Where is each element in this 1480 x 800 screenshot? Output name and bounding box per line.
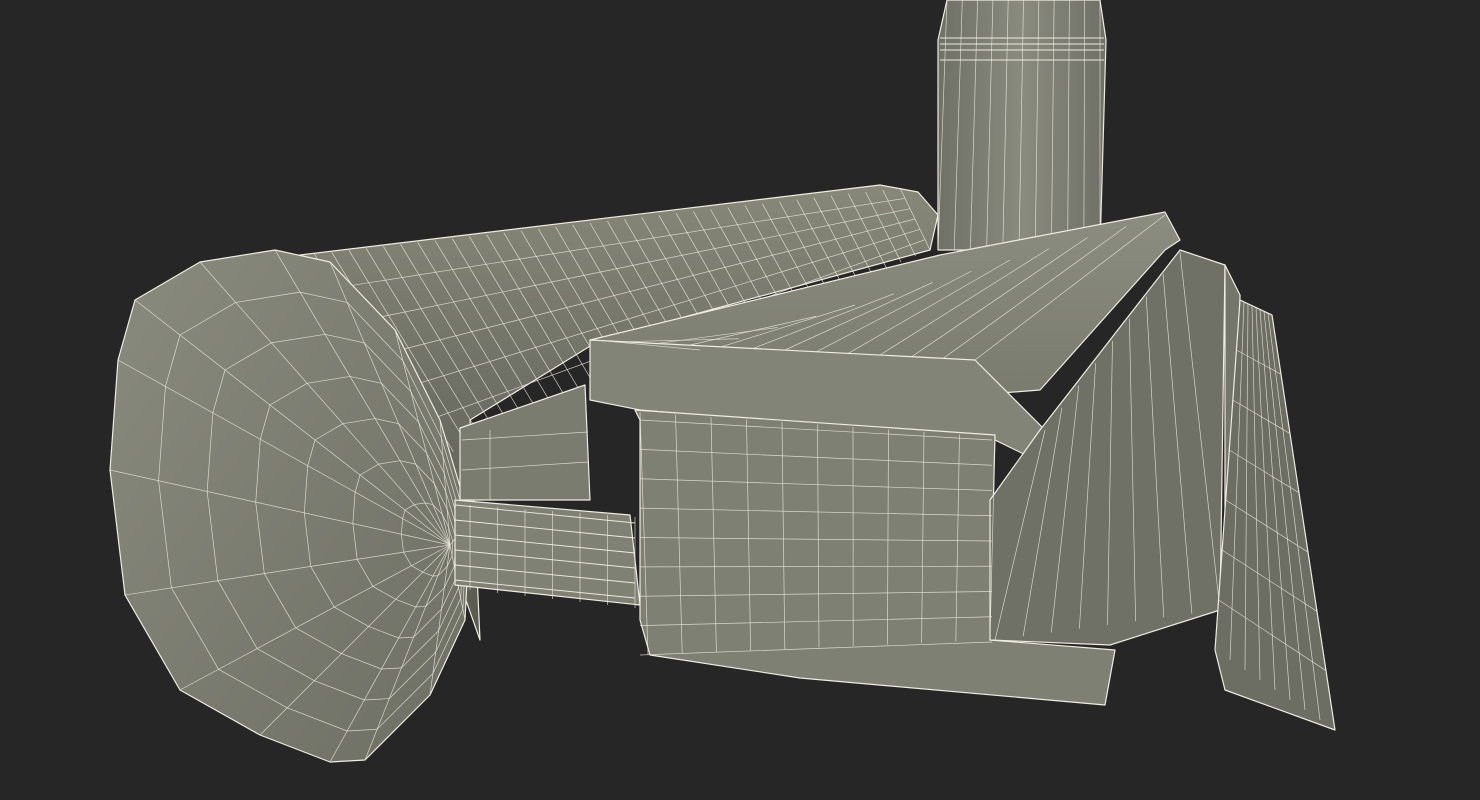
side-fins <box>1214 264 1336 731</box>
wireframe-viewport[interactable] <box>0 0 1480 800</box>
chimney <box>937 0 1107 251</box>
wireframe-render <box>109 0 1336 763</box>
pipe-bundle <box>454 499 641 608</box>
